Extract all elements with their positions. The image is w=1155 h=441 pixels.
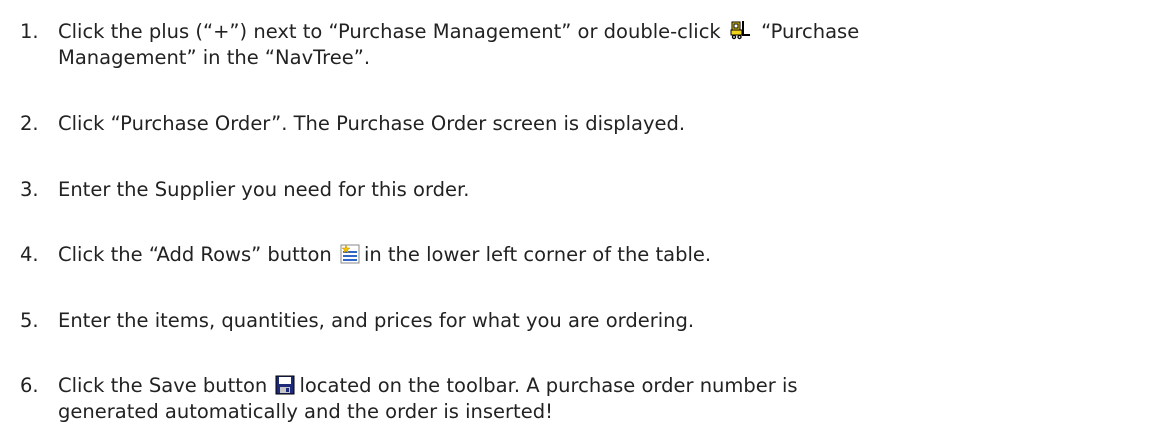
step-text: Enter the Supplier you need for this ord… (58, 178, 470, 201)
step-number: 2. (20, 112, 39, 135)
step-number: 4. (20, 243, 39, 266)
step-number: 3. (20, 178, 39, 201)
step-5: 5. Enter the items, quantities, and price… (20, 308, 1145, 334)
instruction-document: 1. Click the plus (“+”) next to “Purchase… (0, 0, 1155, 441)
save-icon (275, 375, 295, 395)
step-text-continued: in the lower left corner of the table. (363, 243, 712, 266)
step-1: 1. Click the plus (“+”) next to “Purchase… (20, 19, 1145, 71)
step-number: 1. (20, 20, 39, 43)
step-text-continued: “Purchase (754, 20, 860, 43)
step-text-line2: Management” in the “NavTree”. (58, 46, 371, 69)
step-text: Enter the items, quantities, and prices … (58, 309, 695, 332)
step-text-line2: generated automatically and the order is… (58, 400, 553, 423)
add-rows-icon (340, 244, 360, 264)
step-text: Click the “Add Rows” button (58, 243, 332, 266)
step-text-continued: located on the toolbar. A purchase order… (299, 374, 798, 397)
step-number: 5. (20, 309, 39, 332)
step-number: 6. (20, 374, 39, 397)
forklift-icon (728, 19, 751, 41)
step-text: Click “Purchase Order”. The Purchase Ord… (58, 112, 686, 135)
step-2: 2. Click “Purchase Order”. The Purchase O… (20, 111, 1145, 137)
step-6: 6. Click the Save button located on the t… (20, 373, 1145, 425)
step-text: Click the Save button (58, 374, 268, 397)
step-4: 4. Click the “Add Rows” button in the low… (20, 242, 1145, 268)
step-text: Click the plus (“+”) next to “Purchase M… (58, 20, 721, 43)
step-3: 3. Enter the Supplier you need for this o… (20, 177, 1145, 203)
